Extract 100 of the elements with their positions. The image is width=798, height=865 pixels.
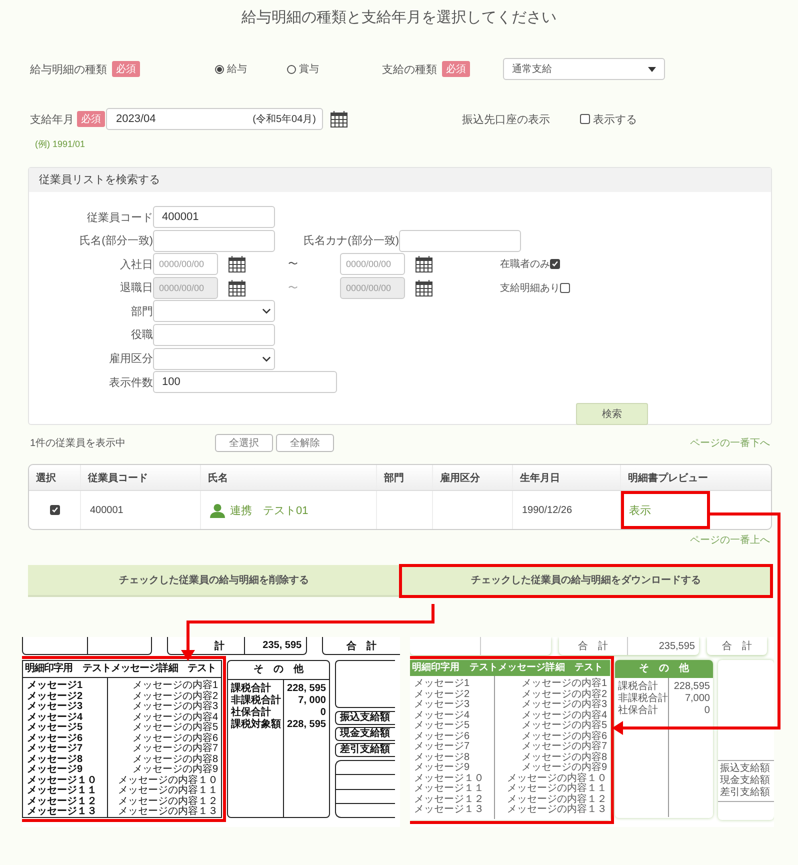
input-field[interactable]: 100 [153,371,337,394]
other-label: 非課税合計 [618,693,668,704]
input-field[interactable] [399,230,521,252]
range-separator: 〜 [287,258,299,272]
blank-box [335,760,395,818]
message-label: メッセージ7 [414,742,471,752]
required-badge: 必須 [442,61,470,77]
message-label: メッセージ9 [27,765,84,776]
checkbox-label[interactable]: 在職者のみ [500,257,550,272]
message-content: メッセージの内容１１ [506,784,607,794]
input-field[interactable] [153,230,275,252]
column-header: 生年月日 [513,465,621,490]
payment-type-dropdown[interactable]: 通常支給 [503,58,665,80]
payment-month-field[interactable]: 2023/04 (令和5年04月) [106,108,323,130]
other-label: 非課税合計 [231,695,282,706]
selection-button[interactable]: 全選択 [215,434,273,452]
required-badge: 必須 [77,111,105,127]
message-content: メッセージの内容3 [131,702,218,712]
field-label: 部門 [130,304,153,319]
total-label: 合 計 [576,640,609,654]
message-label: メッセージ１３ [27,807,98,818]
field-label: 入社日 [119,258,153,272]
radio-button[interactable] [287,64,296,74]
message-content: メッセージの内容9 [520,763,607,773]
message-content: メッセージの内容3 [520,700,607,710]
message-content: メッセージの内容5 [520,721,607,731]
row-checkbox[interactable] [50,505,60,515]
message-content: メッセージの内容2 [520,690,607,700]
page-title: 給与明細の種類と支給年月を選択してください [240,8,558,28]
message-content: メッセージの内容１１ [117,786,218,796]
field-label: 表示件数 [108,376,153,390]
caret-icon [648,66,656,72]
message-label: メッセージ１１ [414,784,485,794]
message-label: メッセージ8 [27,754,84,764]
employee-name-link[interactable]: 連携 テスト01 [230,502,308,518]
field-label: 役職 [130,328,153,342]
message-content: メッセージの内容１２ [117,796,218,806]
payout-label: 現金支給額 [719,775,771,786]
message-content: メッセージの内容7 [131,744,218,754]
message-title: 明細印字用 テストメッセージ詳細 テスト [23,661,221,678]
selection-button[interactable]: 全解除 [276,434,334,452]
message-label: メッセージ１０ [27,776,98,786]
column-header: 明細書プレビュー [627,471,709,486]
total-value: 235,595 [626,637,699,655]
other-label: 課税合計 [618,681,659,692]
range-separator: 〜 [287,282,299,295]
message-label: メッセージ1 [27,681,84,692]
message-content: メッセージの内容6 [520,732,607,742]
calendar-icon[interactable] [330,110,348,128]
other-value: 7,000 [684,693,710,705]
action-button[interactable]: チェックした従業員の給与明細を削除する [28,565,400,597]
person-icon [210,502,225,518]
field-label: 給与明細の種類 [30,62,107,76]
message-content: メッセージの内容１２ [506,794,607,804]
message-content: メッセージの内容4 [131,712,218,722]
column-header: 氏名 [201,465,377,490]
message-label: メッセージ1 [414,679,471,690]
other-title: そ の 他 [228,661,329,680]
message-content: メッセージの内容1 [520,679,607,689]
message-content: メッセージの内容１０ [506,774,607,784]
chevron-icon [262,356,271,362]
total-label: 計 [213,640,226,654]
calendar-icon[interactable] [415,255,433,274]
radio-button[interactable] [215,64,224,74]
total-value: 235, 595 [244,637,306,654]
message-label: メッセージ2 [414,690,471,700]
preview-link[interactable]: 表示 [623,493,708,527]
column-header: 選択 [29,465,81,490]
radio-label[interactable]: 給与 [227,62,247,76]
calendar-icon[interactable] [228,255,246,274]
message-content: メッセージの内容5 [131,723,218,733]
total-label: 合 計 [722,640,752,653]
calendar-icon[interactable] [415,278,433,297]
checkbox[interactable] [580,114,590,124]
field-label: 氏名カナ(部分一致) [302,234,399,248]
payout-label: 差引支給額 [719,787,771,799]
radio-label[interactable]: 賞与 [299,62,319,76]
message-label: メッセージ4 [27,712,84,722]
message-label: メッセージ１０ [414,774,485,784]
message-content: メッセージの内容4 [520,710,607,720]
other-title: そ の 他 [615,660,713,678]
blank-box [335,660,395,708]
total-label: 合 計 [346,640,376,652]
payout-label: 振込支給額 [719,763,771,774]
checkbox-label[interactable]: 表示する [593,112,637,126]
field-label: 雇用区分 [108,352,153,366]
message-content: メッセージの内容7 [520,742,607,752]
input-field[interactable] [153,324,275,346]
field-label: 支給年月 [30,112,74,126]
other-label: 課税対象額 [231,719,282,731]
action-button[interactable]: チェックした従業員の給与明細をダウンロードする [400,565,772,597]
input-field[interactable]: 400001 [153,206,275,228]
other-value: 228, 595 [286,683,326,695]
search-button[interactable]: 検索 [576,403,648,426]
message-content: メッセージの内容8 [520,752,607,762]
calendar-icon[interactable] [228,278,246,297]
payout-label: 振込支給額 [335,711,395,725]
message-label: メッセージ3 [27,702,84,712]
message-content: メッセージの内容9 [131,765,218,775]
checkbox[interactable] [550,259,560,270]
